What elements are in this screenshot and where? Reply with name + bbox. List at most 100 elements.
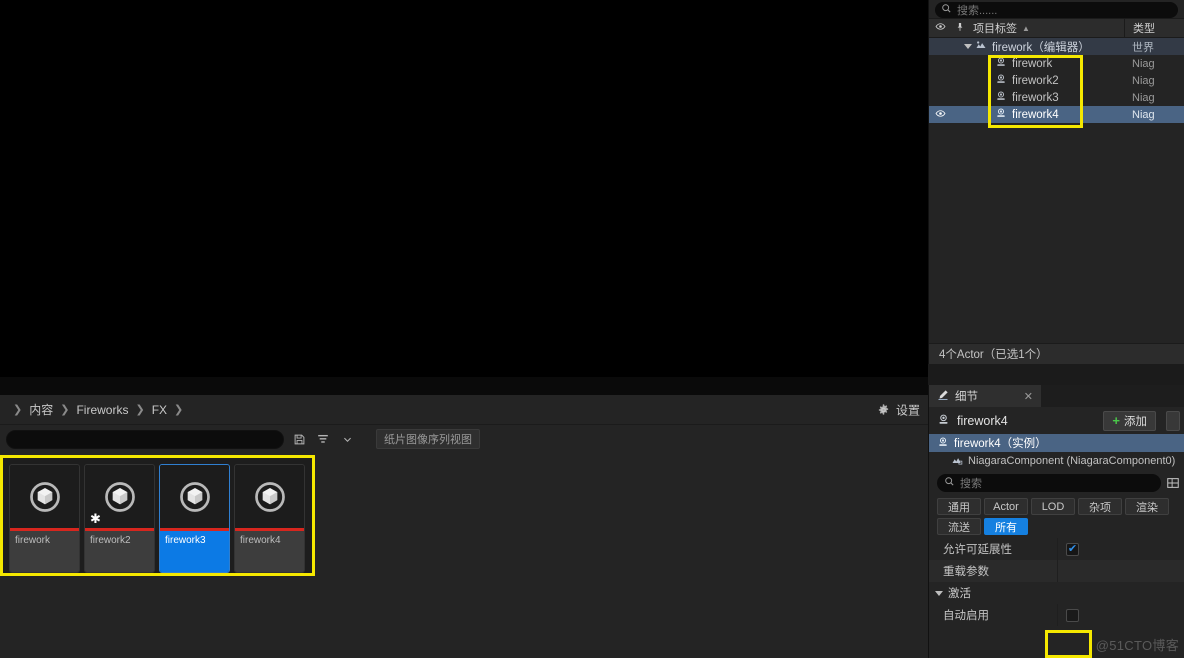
asset-tile[interactable]: ✱ firework2 [84,464,155,573]
chevron-down-icon[interactable] [338,430,356,448]
outliner-status-text: 4个Actor（已选1个） [939,349,1048,361]
asset-tile[interactable]: firework3 [159,464,230,573]
component-row-label: firework4（实例） [954,438,1047,450]
gear-icon [877,403,890,416]
checkmark-icon: ✔ [1067,542,1078,555]
outliner-row-actor-selected[interactable]: firework4 Niag [929,106,1184,123]
outliner-column-header: 项目标签 ▲ 类型 [929,18,1184,38]
property-value: ✔ [1057,538,1184,560]
asset-grid-highlight: firework ✱ firework2 firework3 firework4 [0,455,315,576]
outliner-row-label: firework2 [1012,74,1059,87]
filter-chip-streaming[interactable]: 流送 [937,518,981,535]
outliner-type-column[interactable]: 类型 [1124,19,1184,37]
filter-chip-lod[interactable]: LOD [1031,498,1075,515]
outliner-row-actor[interactable]: firework3 Niag [929,89,1184,106]
asset-tile[interactable]: firework4 [234,464,305,573]
section-header-label: 激活 [948,588,971,600]
asset-label: firework3 [160,531,229,572]
outliner-label-column-text[interactable]: 项目标签 [973,20,1017,36]
filter-chip-rendering[interactable]: 渲染 [1125,498,1169,515]
details-overflow-button[interactable] [1166,410,1180,431]
property-label: 自动启用 [943,610,989,622]
row-visibility-toggle[interactable] [929,108,951,122]
asset-label: firework2 [85,531,154,572]
outliner-search-input[interactable]: 搜索...... [935,2,1178,18]
niagara-actor-icon [937,436,949,451]
close-icon[interactable]: ✕ [1024,390,1033,403]
content-browser-settings-button[interactable]: 设置 [877,401,920,418]
asset-search-input[interactable] [6,429,284,449]
filter-chip-general[interactable]: 通用 [937,498,981,515]
save-icon[interactable] [290,430,308,448]
property-value [1057,604,1184,626]
filter-chip-label: 通用 [948,501,970,514]
asset-label: firework4 [235,531,304,572]
sort-ascending-icon[interactable]: ▲ [1022,24,1030,33]
breadcrumb: ❯ 内容 ❯ Fireworks ❯ FX ❯ 设置 [0,395,928,425]
view-mode-button[interactable]: 纸片图像序列视图 [376,429,480,449]
breadcrumb-item-0[interactable]: 内容 [29,401,53,418]
niagara-system-icon [254,481,285,512]
content-browser-toolbar: 纸片图像序列视图 [0,425,928,453]
details-search-input[interactable]: 搜索 [937,474,1161,492]
outliner-row-actor[interactable]: firework2 Niag [929,72,1184,89]
niagara-actor-icon [995,107,1007,122]
outliner-row-world[interactable]: firework（编辑器） 世界 [929,38,1184,55]
filter-chip-all[interactable]: 所有 [984,518,1028,535]
expand-triangle-icon[interactable] [964,44,972,49]
niagara-component-icon [951,454,963,469]
component-row-root[interactable]: firework4（实例） [929,434,1184,452]
content-browser-settings-label: 设置 [895,403,920,417]
page-title: firework4 [957,413,1008,428]
tab-details[interactable]: 细节 ✕ [929,385,1041,407]
filter-chip-label: LOD [1041,500,1065,513]
details-search-row: 搜索 [929,470,1184,496]
watermark: @51CTO博客 [1095,638,1179,653]
breadcrumb-item-2[interactable]: FX [152,403,167,417]
add-component-label: 添加 [1124,415,1147,428]
breadcrumb-chevron-icon: ❯ [135,404,145,416]
scalability-checkbox[interactable]: ✔ [1066,542,1079,556]
search-icon [941,3,952,17]
outliner-row-actor[interactable]: firework Niag [929,55,1184,72]
property-label: 允许可延展性 [943,544,1012,556]
asset-thumbnail [160,465,229,528]
filter-chip-misc[interactable]: 杂项 [1078,498,1122,515]
details-panel: 细节 ✕ firework4 + 添加 firework4（实例） Niagar… [928,385,1184,658]
add-component-button[interactable]: + 添加 [1103,410,1156,431]
tab-details-label: 细节 [955,391,978,403]
filter-icon[interactable] [314,430,332,448]
outliner-row-type: 世界 [1132,41,1154,54]
outliner-row-type: Niag [1132,57,1155,70]
plus-icon: + [1112,413,1120,428]
outliner-row-label-wrap: firework4 [995,107,1059,122]
section-header-activation[interactable]: 激活 [929,582,1184,604]
breadcrumb-item-1[interactable]: Fireworks [76,403,128,417]
filter-chip-actor[interactable]: Actor [984,498,1028,515]
details-tabstrip: 细节 ✕ [929,385,1184,407]
asset-label: firework [10,531,79,572]
breadcrumb-chevron-icon: ❯ [13,404,23,416]
auto-activate-checkbox[interactable] [1066,608,1079,622]
column-settings-icon[interactable] [1166,476,1180,490]
filter-chip-label: Actor [993,500,1019,513]
level-viewport[interactable] [0,0,928,395]
property-row-auto-activate: 自动启用 [929,604,1184,626]
eye-icon[interactable] [929,21,951,35]
auto-activate-highlight [1045,630,1092,658]
asset-tile[interactable]: firework [9,464,80,573]
component-row-child[interactable]: NiagaraComponent (NiagaraComponent0) [929,452,1184,470]
world-icon [975,39,987,54]
property-value [1057,560,1184,582]
filter-chip-label: 渲染 [1136,501,1158,514]
outliner-row-label: firework3 [1012,91,1059,104]
outliner-row-label: firework（编辑器） [992,41,1090,54]
pin-icon[interactable] [951,21,969,36]
outliner-row-label: firework4 [1012,108,1059,121]
outliner-row-label: firework [1012,57,1053,70]
breadcrumb-chevron-icon: ❯ [174,404,184,416]
world-outliner-panel: 搜索...... 项目标签 ▲ 类型 firework（编辑器） 世界 fire… [928,0,1184,364]
chevron-down-icon[interactable] [935,590,943,596]
outliner-row-type: Niag [1132,108,1155,121]
editor-window: ❯ 内容 ❯ Fireworks ❯ FX ❯ 设置 纸片图像序列视图 fire… [0,0,1184,658]
